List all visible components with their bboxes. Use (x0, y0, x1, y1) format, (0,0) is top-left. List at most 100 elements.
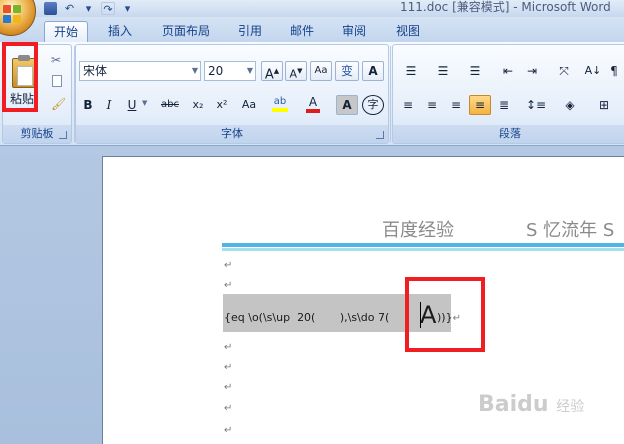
shrink-font-button[interactable]: A▼ (285, 61, 307, 81)
watermark-sub: 经验 (556, 399, 585, 415)
title-bar: ↶ ▾ ↷ ▾ 111.doc [兼容模式] - Microsoft Word (0, 0, 624, 17)
tab-insert[interactable]: 插入 (96, 21, 144, 42)
multilevel-list-button[interactable]: ☰ (461, 61, 489, 81)
paragraph-mark: ↵ (224, 382, 233, 393)
font-size-combo[interactable]: 20 ▼ (204, 61, 256, 81)
font-dialog-launcher-icon[interactable] (376, 131, 384, 139)
customize-icon[interactable]: ▾ (121, 2, 134, 15)
bold-button[interactable]: B (79, 95, 97, 115)
sort-icon: A↓ (584, 64, 602, 77)
phonetic-guide-label: 变 (340, 64, 353, 78)
pilcrow-icon: ¶ (610, 64, 618, 78)
align-center-button[interactable]: ≡ (421, 95, 443, 115)
shading-button[interactable]: ◈ (555, 95, 585, 115)
group-separator (390, 46, 391, 142)
sort-button[interactable]: A↓ (583, 61, 603, 81)
underline-button[interactable]: U (123, 95, 141, 115)
paragraph-mark: ↵ (224, 425, 233, 436)
justify-button[interactable]: ≡ (469, 95, 491, 115)
align-left-button[interactable]: ≡ (397, 95, 419, 115)
highlight-swatch (272, 108, 288, 112)
undo-icon[interactable]: ↶ (63, 2, 76, 15)
paragraph-mark: ↵ (224, 280, 233, 291)
baidu-watermark: Baidu 经验 (478, 392, 584, 417)
enclose-char-button[interactable]: 字 (362, 95, 384, 115)
paragraph-mark: ↵ (224, 260, 233, 271)
decrease-indent-button[interactable]: ⇤ (497, 61, 519, 81)
header-right-text: S 忆流年 S (526, 220, 615, 241)
bullets-button[interactable]: ☰ (397, 61, 425, 81)
highlight-button[interactable]: ab (268, 95, 292, 115)
align-left-icon: ≡ (402, 98, 414, 112)
underline-dropdown-icon[interactable]: ▼ (142, 99, 147, 107)
char-shading-button[interactable]: A (336, 95, 358, 115)
align-right-button[interactable]: ≡ (445, 95, 467, 115)
header-left-text: 百度经验 (382, 220, 454, 241)
font-name-value: 宋体 (83, 64, 108, 78)
tab-review[interactable]: 审阅 (332, 21, 376, 42)
tab-home[interactable]: 开始 (44, 21, 88, 42)
paragraph-mark: ↵ (224, 403, 233, 414)
redo-icon[interactable]: ▾ (82, 2, 95, 15)
font-size-value: 20 (208, 64, 224, 78)
chinese-layout-button[interactable]: ⤧ (549, 61, 579, 81)
window-title: 111.doc [兼容模式] - Microsoft Word (400, 0, 611, 14)
paragraph-mark: ↵ (224, 342, 233, 353)
char-border-label: A (368, 64, 378, 78)
show-marks-button[interactable]: ¶ (605, 61, 623, 81)
strikethrough-button[interactable]: abc (156, 95, 184, 115)
font-color-label: A (308, 95, 318, 109)
paint-bucket-icon: ◈ (565, 98, 575, 112)
line-spacing-icon: ↕≡ (525, 98, 547, 112)
office-logo-icon (3, 5, 23, 25)
copy-icon[interactable] (52, 75, 62, 87)
group-separator (74, 46, 75, 142)
grow-font-button[interactable]: A▲ (261, 61, 283, 83)
paragraph-group-label: 段落 (393, 125, 624, 143)
tab-references[interactable]: 引用 (228, 21, 272, 42)
watermark-text: Baidu (478, 392, 549, 417)
paste-highlight-box (2, 42, 38, 112)
bullets-icon: ☰ (405, 64, 417, 78)
borders-icon: ⊞ (598, 98, 610, 112)
subscript-button[interactable]: x₂ (187, 95, 209, 115)
save-icon[interactable] (44, 2, 57, 15)
chevron-down-icon: ▼ (191, 66, 198, 75)
phonetic-guide-button[interactable]: 变 (335, 61, 359, 81)
distribute-icon: ≣ (498, 98, 510, 112)
highlighter-icon: ab (273, 96, 287, 107)
borders-button[interactable]: ⊞ (589, 95, 619, 115)
clear-formatting-button[interactable]: Aa (310, 61, 332, 81)
align-right-icon: ≡ (450, 98, 462, 112)
italic-button[interactable]: I (100, 95, 118, 115)
grow-font-label: A (264, 67, 274, 83)
line-spacing-button[interactable]: ↕≡ (521, 95, 551, 115)
distribute-button[interactable]: ≣ (493, 95, 515, 115)
increase-indent-button[interactable]: ⇥ (521, 61, 543, 81)
justify-icon: ≡ (474, 98, 486, 112)
decrease-indent-icon: ⇤ (502, 64, 514, 78)
font-name-combo[interactable]: 宋体 ▼ (79, 61, 201, 81)
tab-page-layout[interactable]: 页面布局 (150, 21, 222, 42)
superscript-button[interactable]: x² (211, 95, 233, 115)
cut-icon[interactable]: ✂ (51, 53, 61, 67)
multilevel-list-icon: ☰ (469, 64, 481, 78)
increase-indent-icon: ⇥ (526, 64, 538, 78)
numbering-button[interactable]: ☰ (429, 61, 457, 81)
numbering-icon: ☰ (437, 64, 449, 78)
font-color-button[interactable]: A (302, 95, 324, 115)
shrink-font-label: A (289, 67, 298, 81)
change-case-button[interactable]: Aa (236, 95, 262, 115)
tab-view[interactable]: 视图 (386, 21, 430, 42)
chinese-layout-icon: ⤧ (559, 64, 569, 78)
char-border-button[interactable]: A (362, 61, 384, 81)
dialog-launcher-icon[interactable] (59, 131, 67, 139)
tab-mailings[interactable]: 邮件 (280, 21, 324, 42)
align-center-icon: ≡ (426, 98, 438, 112)
font-group-label: 字体 (76, 125, 388, 143)
field-code-text[interactable]: {eq \o(\s\up 20( ),\s\do 7( (224, 311, 414, 325)
redo-icon[interactable]: ↷ (101, 2, 115, 16)
format-painter-icon[interactable]: 🖌 (51, 97, 66, 111)
paragraph-mark: ↵ (224, 362, 233, 373)
paragraph-group: 段落 ☰ ☰ ☰ ⇤ ⇥ ⤧ A↓ ¶ ≡ ≡ ≡ ≡ ≣ ↕≡ ◈ ⊞ (392, 44, 624, 144)
